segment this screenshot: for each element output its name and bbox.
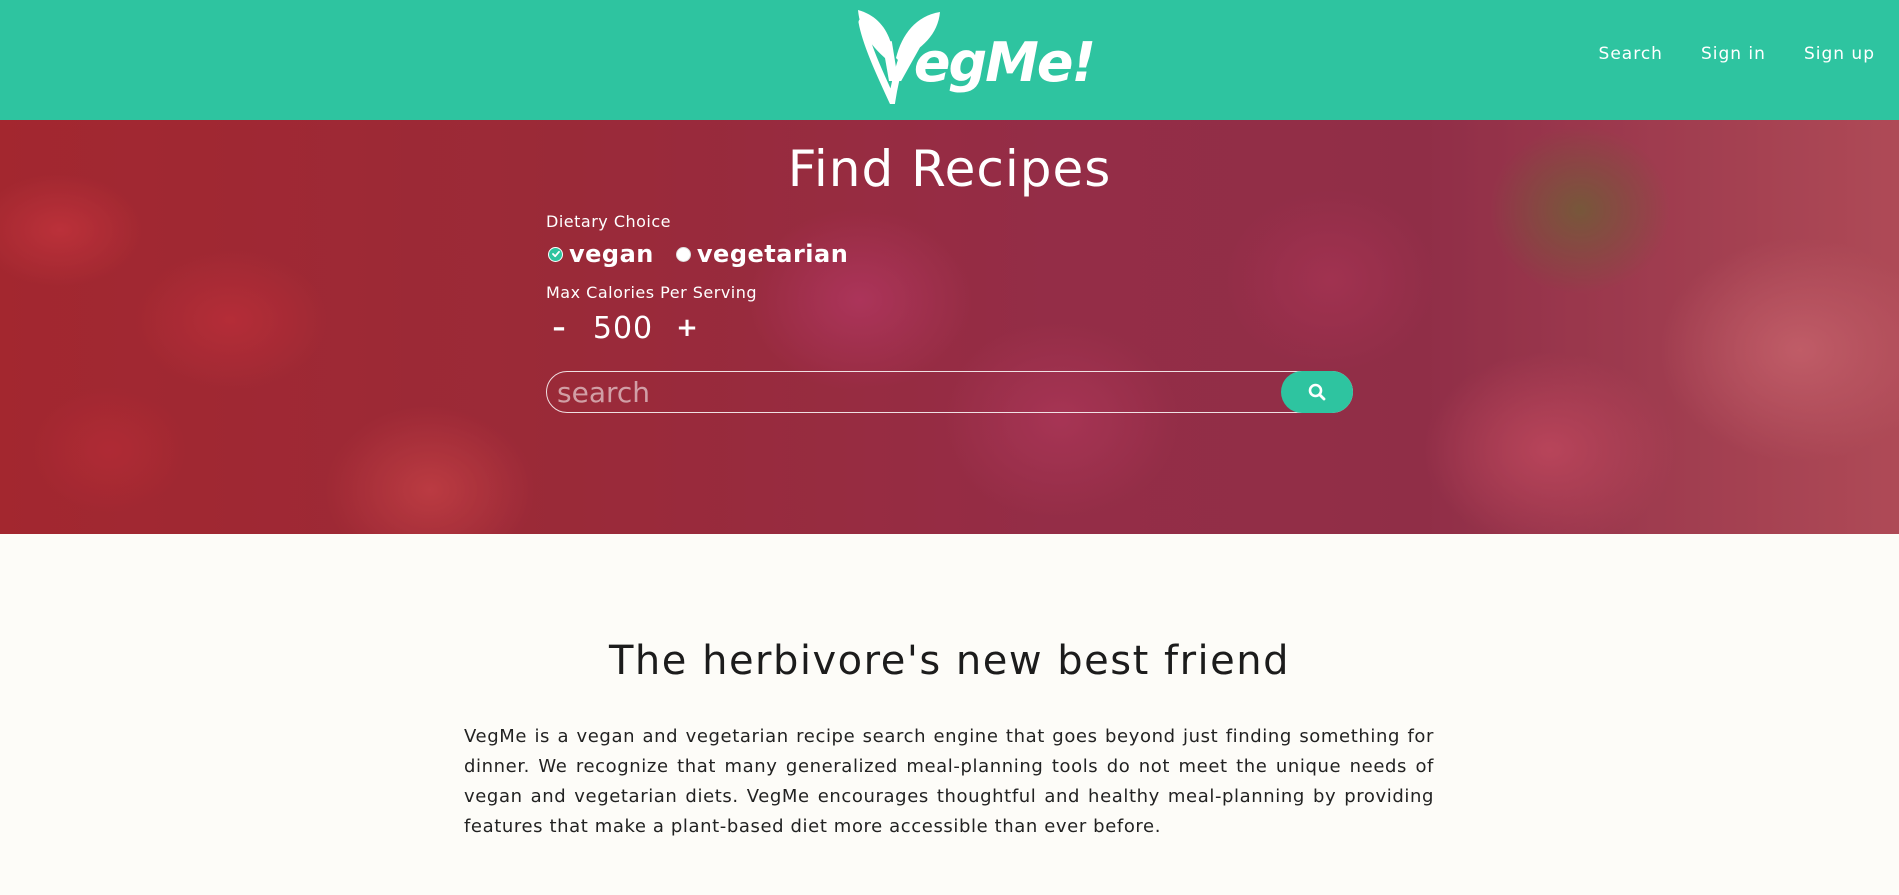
max-calories-label: Max Calories Per Serving [546,283,758,302]
about-heading: The herbivore's new best friend [608,638,1290,684]
search-button[interactable] [1281,371,1353,413]
logo-text: VegMe! [878,31,1096,94]
dietary-choice-label: Dietary Choice [546,212,672,231]
search-icon [1308,383,1326,401]
radio-checked-icon[interactable] [548,246,563,262]
recipe-search-bar [546,371,1353,413]
top-navbar: VegMe! Search Sign in Sign up [0,0,1899,120]
search-input[interactable] [547,372,1281,412]
decrement-button[interactable]: – [548,310,570,346]
radio-vegan-label: vegan [569,240,654,268]
about-description: VegMe is a vegan and vegetarian recipe s… [464,726,1434,837]
main-nav: Search Sign in Sign up [1599,44,1875,64]
hero-banner: Find Recipes Dietary Choice vegan vegeta… [0,120,1899,534]
radio-vegan[interactable]: vegan [548,240,654,268]
calories-value: 500 [592,310,654,346]
radio-vegetarian[interactable]: vegetarian [675,240,849,268]
nav-sign-in-link[interactable]: Sign in [1701,44,1766,64]
hero-title: Find Recipes [787,140,1112,198]
nav-search-link[interactable]: Search [1599,44,1663,64]
dietary-choice-group: vegan vegetarian [548,240,848,268]
increment-button[interactable]: + [676,310,698,346]
nav-sign-up-link[interactable]: Sign up [1804,44,1875,64]
calories-stepper: – 500 + [548,310,698,346]
radio-vegetarian-label: vegetarian [696,240,849,268]
logo[interactable]: VegMe! [852,4,1096,114]
radio-unchecked-icon[interactable] [675,246,691,262]
